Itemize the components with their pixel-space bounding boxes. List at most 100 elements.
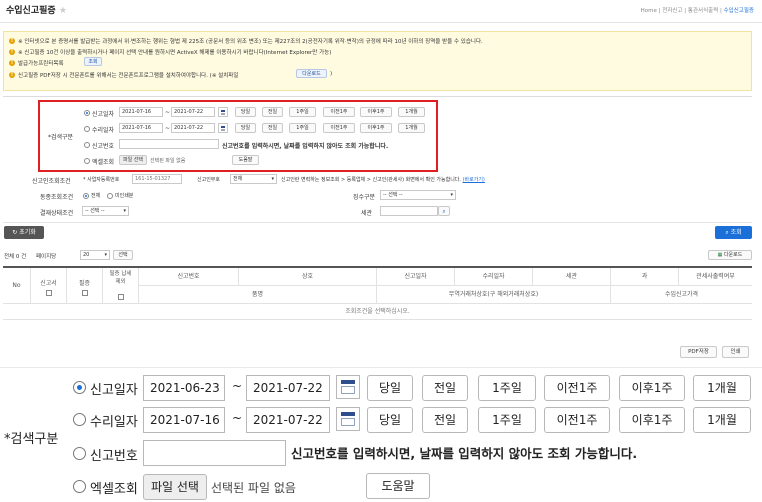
search-button[interactable]: ⌕ 조회: [715, 226, 752, 239]
radio-acceptance-date[interactable]: [84, 126, 90, 132]
toolbar-divider: [3, 222, 752, 223]
period-1month-button[interactable]: 1개월: [398, 123, 425, 133]
declaration-date-from[interactable]: 2021-07-16: [119, 107, 163, 117]
biz-no-input[interactable]: 161-15-01327: [132, 174, 182, 184]
col-acceptance-date: 수리일자: [455, 268, 533, 286]
declaration-date-to[interactable]: 2021-07-22: [171, 107, 215, 117]
help-button[interactable]: 도움말: [232, 155, 259, 165]
acceptance-date-to[interactable]: 2021-07-22: [171, 123, 215, 133]
period-next-week-button[interactable]: 이후1주: [360, 123, 392, 133]
printer-list-button[interactable]: 조회: [84, 57, 102, 66]
period-prev-week-button[interactable]: 이전1주: [323, 123, 355, 133]
tax-exempt-checkbox[interactable]: [118, 294, 124, 300]
radio-not-printed[interactable]: [107, 193, 113, 199]
total-count: 전체 0 건: [4, 254, 27, 260]
declaration-number-input[interactable]: [119, 139, 219, 149]
period-1week-button[interactable]: 1주일: [289, 107, 316, 117]
col-declaration: 신고서: [31, 268, 67, 304]
result-table: No 신고서 필증 필증 납세제외 신고번호 상호 신고일자 수리일자 세관 과…: [3, 266, 752, 320]
pdf-save-button[interactable]: PDF저장: [680, 346, 717, 358]
zoom-period-prev-week-button[interactable]: 이전1주: [544, 407, 610, 433]
customs-search-button[interactable]: ⌕: [438, 206, 450, 216]
calendar-icon[interactable]: [336, 375, 360, 399]
zoom-declaration-number-input[interactable]: [143, 440, 286, 466]
zoom-acceptance-date-to[interactable]: 2021-07-22: [246, 407, 330, 433]
biz-no-label: * 사업자등록번호: [83, 177, 120, 183]
period-yesterday-button[interactable]: 전일: [262, 107, 283, 117]
search-icon: ⌕: [442, 208, 446, 215]
radio-all[interactable]: [83, 193, 89, 199]
zoom-period-prev-week-button[interactable]: 이전1주: [544, 375, 610, 401]
approval-status-select[interactable]: -- 선택 --: [82, 206, 129, 216]
search-group-label: *검색구분: [48, 134, 74, 141]
zoom-period-1week-button[interactable]: 1주일: [478, 375, 536, 401]
customs-input[interactable]: [380, 206, 438, 216]
calendar-icon[interactable]: [218, 107, 228, 117]
certificate-checkbox[interactable]: [82, 290, 88, 296]
per-page-label: 페이지당: [36, 254, 57, 260]
declaration-checkbox[interactable]: [46, 290, 52, 296]
zoom-declaration-date-to[interactable]: 2021-07-22: [246, 375, 330, 401]
per-page-select-button[interactable]: 선택: [113, 250, 133, 260]
period-prev-week-button[interactable]: 이전1주: [323, 107, 355, 117]
reset-button[interactable]: ↻ 초기화: [4, 226, 44, 239]
calendar-icon[interactable]: [336, 407, 360, 431]
breadcrumb-item[interactable]: 전자신고: [662, 8, 682, 14]
col-import-price: 수입신고가격: [611, 286, 752, 304]
radio-excel-search[interactable]: [84, 158, 90, 164]
issuer-condition-label: 신고인조회조건: [32, 178, 71, 185]
info-icon: !: [9, 72, 15, 78]
zoom-period-today-button[interactable]: 당일: [367, 375, 413, 401]
zoom-file-select-button[interactable]: 파일 선택: [143, 474, 207, 500]
declarant-info-text: 신고인란 변력하는 정보조회 > 등록업체 > 신고인(관세사) 화면에서 확인…: [281, 177, 485, 183]
notice-line: 발급가능프린터목록: [18, 61, 64, 67]
zoom-acceptance-date-from[interactable]: 2021-07-16: [143, 407, 225, 433]
declarant-code-select[interactable]: 전체: [230, 174, 277, 184]
zoom-period-next-week-button[interactable]: 이후1주: [619, 407, 685, 433]
zoom-declaration-date-from[interactable]: 2021-06-23: [143, 375, 225, 401]
period-today-button[interactable]: 당일: [235, 107, 256, 117]
radio-declaration-date[interactable]: [84, 110, 90, 116]
zoom-period-1month-button[interactable]: 1개월: [693, 407, 751, 433]
zoom-radio-declaration-number[interactable]: [73, 447, 86, 460]
zoom-period-yesterday-button[interactable]: 전일: [422, 407, 468, 433]
star-icon[interactable]: ★: [59, 6, 67, 16]
per-page-select[interactable]: 20: [80, 250, 110, 260]
zoom-period-next-week-button[interactable]: 이후1주: [619, 375, 685, 401]
period-today-button[interactable]: 당일: [235, 123, 256, 133]
period-1month-button[interactable]: 1개월: [398, 107, 425, 117]
same-condition-label: 동종조회조건: [40, 194, 74, 201]
excel-download-button[interactable]: ▦ 다운로드: [708, 250, 752, 260]
zoom-period-today-button[interactable]: 당일: [367, 407, 413, 433]
acceptance-date-from[interactable]: 2021-07-16: [119, 123, 163, 133]
period-1week-button[interactable]: 1주일: [289, 123, 316, 133]
breadcrumb-item[interactable]: 통관서식출력: [688, 8, 718, 14]
declaration-number-label: 신고번호: [92, 143, 115, 150]
empty-row: 조회조건을 선택하십시오.: [3, 304, 752, 320]
col-item-name: 품명: [139, 286, 377, 304]
zoom-period-1week-button[interactable]: 1주일: [478, 407, 536, 433]
zoom-radio-excel-search[interactable]: [73, 480, 86, 493]
zoom-declaration-number-hint: 신고번호를 입력하시면, 날짜를 입력하지 않아도 조회 가능합니다.: [291, 446, 638, 461]
notice-box: ! ※ 인터넷으로 본 증명서를 발급받는 과정에서 위·변조하는 행위는 형법…: [3, 31, 752, 91]
period-next-week-button[interactable]: 이후1주: [360, 107, 392, 117]
radio-declaration-number[interactable]: [84, 142, 90, 148]
shortcut-link[interactable]: (바로가기): [463, 177, 485, 183]
period-yesterday-button[interactable]: 전일: [262, 123, 283, 133]
calendar-icon[interactable]: [218, 123, 228, 133]
col-declaration-date: 신고일자: [377, 268, 455, 286]
collection-type-select[interactable]: -- 선택 --: [380, 190, 456, 200]
notice-line: ※ 인터넷으로 본 증명서를 발급받는 과정에서 위·변조하는 행위는 형법 제…: [18, 39, 483, 45]
breadcrumb-home[interactable]: Home: [641, 8, 657, 14]
zoom-radio-acceptance-date[interactable]: [73, 413, 86, 426]
declaration-date-label: 신고일자: [92, 111, 115, 118]
file-select-button[interactable]: 파일 선택: [119, 155, 147, 165]
zoom-period-1month-button[interactable]: 1개월: [693, 375, 751, 401]
print-button[interactable]: 인쇄: [722, 346, 749, 358]
zoom-period-yesterday-button[interactable]: 전일: [422, 375, 468, 401]
col-certificate: 필증: [67, 268, 103, 304]
font-download-button[interactable]: 다운로드: [296, 69, 327, 78]
zoom-radio-declaration-date[interactable]: [73, 381, 86, 394]
breadcrumb-current[interactable]: 수입신고필증: [724, 8, 754, 14]
zoom-help-button[interactable]: 도움말: [366, 473, 430, 499]
